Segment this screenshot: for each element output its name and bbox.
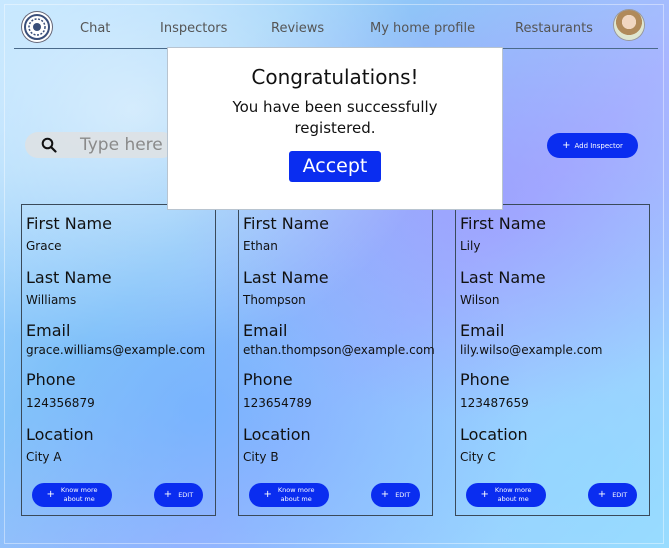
- location-value: City C: [460, 450, 496, 464]
- registration-success-modal: Congratulations! You have been successfu…: [167, 47, 503, 210]
- phone-value: 123654789: [243, 396, 312, 410]
- location-value: City A: [26, 450, 62, 464]
- last-name-value: Thompson: [243, 293, 306, 307]
- last-name-value: Williams: [26, 293, 77, 307]
- plus-icon: +: [263, 489, 272, 500]
- last-name-label: Last Name: [460, 268, 546, 287]
- email-value: grace.williams@example.com: [26, 343, 206, 357]
- search-placeholder: Type here t: [80, 135, 175, 155]
- know-more-label: Know more about me: [277, 486, 315, 503]
- nav-chat[interactable]: Chat: [80, 21, 110, 36]
- email-label: Email: [26, 321, 71, 340]
- phone-label: Phone: [26, 370, 76, 389]
- inspector-card: First Name Grace Last Name Williams Emai…: [21, 204, 216, 516]
- first-name-value: Ethan: [243, 239, 278, 253]
- user-avatar[interactable]: [614, 10, 644, 40]
- edit-label: EDIT: [395, 491, 411, 499]
- top-navbar: Chat Inspectors Reviews My home profile …: [14, 6, 658, 49]
- nav-inspectors[interactable]: Inspectors: [160, 21, 227, 36]
- first-name-value: Lily: [460, 239, 481, 253]
- last-name-label: Last Name: [243, 268, 329, 287]
- plus-icon: +: [380, 489, 390, 500]
- plus-icon: +: [562, 139, 571, 151]
- last-name-label: Last Name: [26, 268, 112, 287]
- location-label: Location: [243, 425, 311, 444]
- location-label: Location: [460, 425, 528, 444]
- edit-button[interactable]: + EDIT: [371, 483, 420, 507]
- edit-button[interactable]: + EDIT: [588, 483, 637, 507]
- location-label: Location: [26, 425, 94, 444]
- email-value: lily.wilso@example.com: [460, 343, 603, 357]
- phone-value: 123487659: [460, 396, 529, 410]
- nav-reviews[interactable]: Reviews: [271, 21, 324, 36]
- plus-icon: +: [46, 489, 55, 500]
- phone-label: Phone: [460, 370, 510, 389]
- last-name-value: Wilson: [460, 293, 500, 307]
- email-value: ethan.thompson@example.com: [243, 343, 435, 357]
- first-name-label: First Name: [243, 214, 329, 233]
- know-more-label: Know more about me: [494, 486, 532, 503]
- plus-icon: +: [597, 489, 607, 500]
- phone-value: 124356879: [26, 396, 95, 410]
- search-bar[interactable]: Type here t: [25, 132, 175, 158]
- email-label: Email: [243, 321, 288, 340]
- first-name-label: First Name: [26, 214, 112, 233]
- know-more-button[interactable]: + Know more about me: [32, 483, 112, 507]
- know-more-button[interactable]: + Know more about me: [249, 483, 329, 507]
- know-more-button[interactable]: + Know more about me: [466, 483, 546, 507]
- phone-label: Phone: [243, 370, 293, 389]
- edit-button[interactable]: + EDIT: [154, 483, 203, 507]
- app-logo[interactable]: [22, 12, 52, 42]
- know-more-label: Know more about me: [60, 486, 98, 503]
- modal-message: You have been successfully registered.: [232, 98, 438, 137]
- inspector-card: First Name Ethan Last Name Thompson Emai…: [238, 204, 435, 516]
- search-icon: [41, 137, 57, 157]
- logo-emblem-icon: [24, 14, 50, 40]
- edit-label: EDIT: [612, 491, 628, 499]
- first-name-value: Grace: [26, 239, 62, 253]
- edit-label: EDIT: [178, 491, 194, 499]
- inspector-card: First Name Lily Last Name Wilson Email l…: [455, 204, 650, 516]
- modal-title: Congratulations!: [251, 65, 419, 89]
- add-inspector-label: Add Inspector: [574, 141, 623, 150]
- nav-restaurants[interactable]: Restaurants: [515, 21, 593, 36]
- accept-button[interactable]: Accept: [289, 151, 381, 182]
- first-name-label: First Name: [460, 214, 546, 233]
- add-inspector-button[interactable]: + Add Inspector: [547, 133, 638, 158]
- plus-icon: +: [163, 489, 173, 500]
- plus-icon: +: [480, 489, 489, 500]
- location-value: City B: [243, 450, 279, 464]
- email-label: Email: [460, 321, 505, 340]
- nav-my-home-profile[interactable]: My home profile: [370, 21, 475, 36]
